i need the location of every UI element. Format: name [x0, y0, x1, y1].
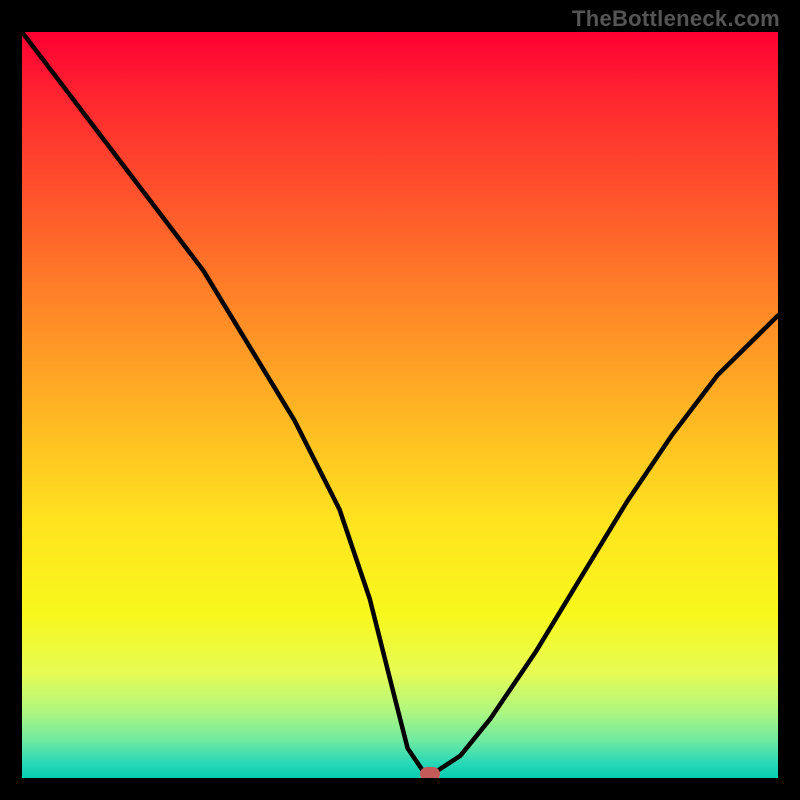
watermark-text: TheBottleneck.com [572, 6, 780, 32]
bottleneck-curve [22, 32, 778, 778]
optimal-point-marker [420, 767, 440, 778]
plot-area [22, 32, 778, 778]
chart-frame: TheBottleneck.com [0, 0, 800, 800]
curve-path [22, 32, 778, 771]
